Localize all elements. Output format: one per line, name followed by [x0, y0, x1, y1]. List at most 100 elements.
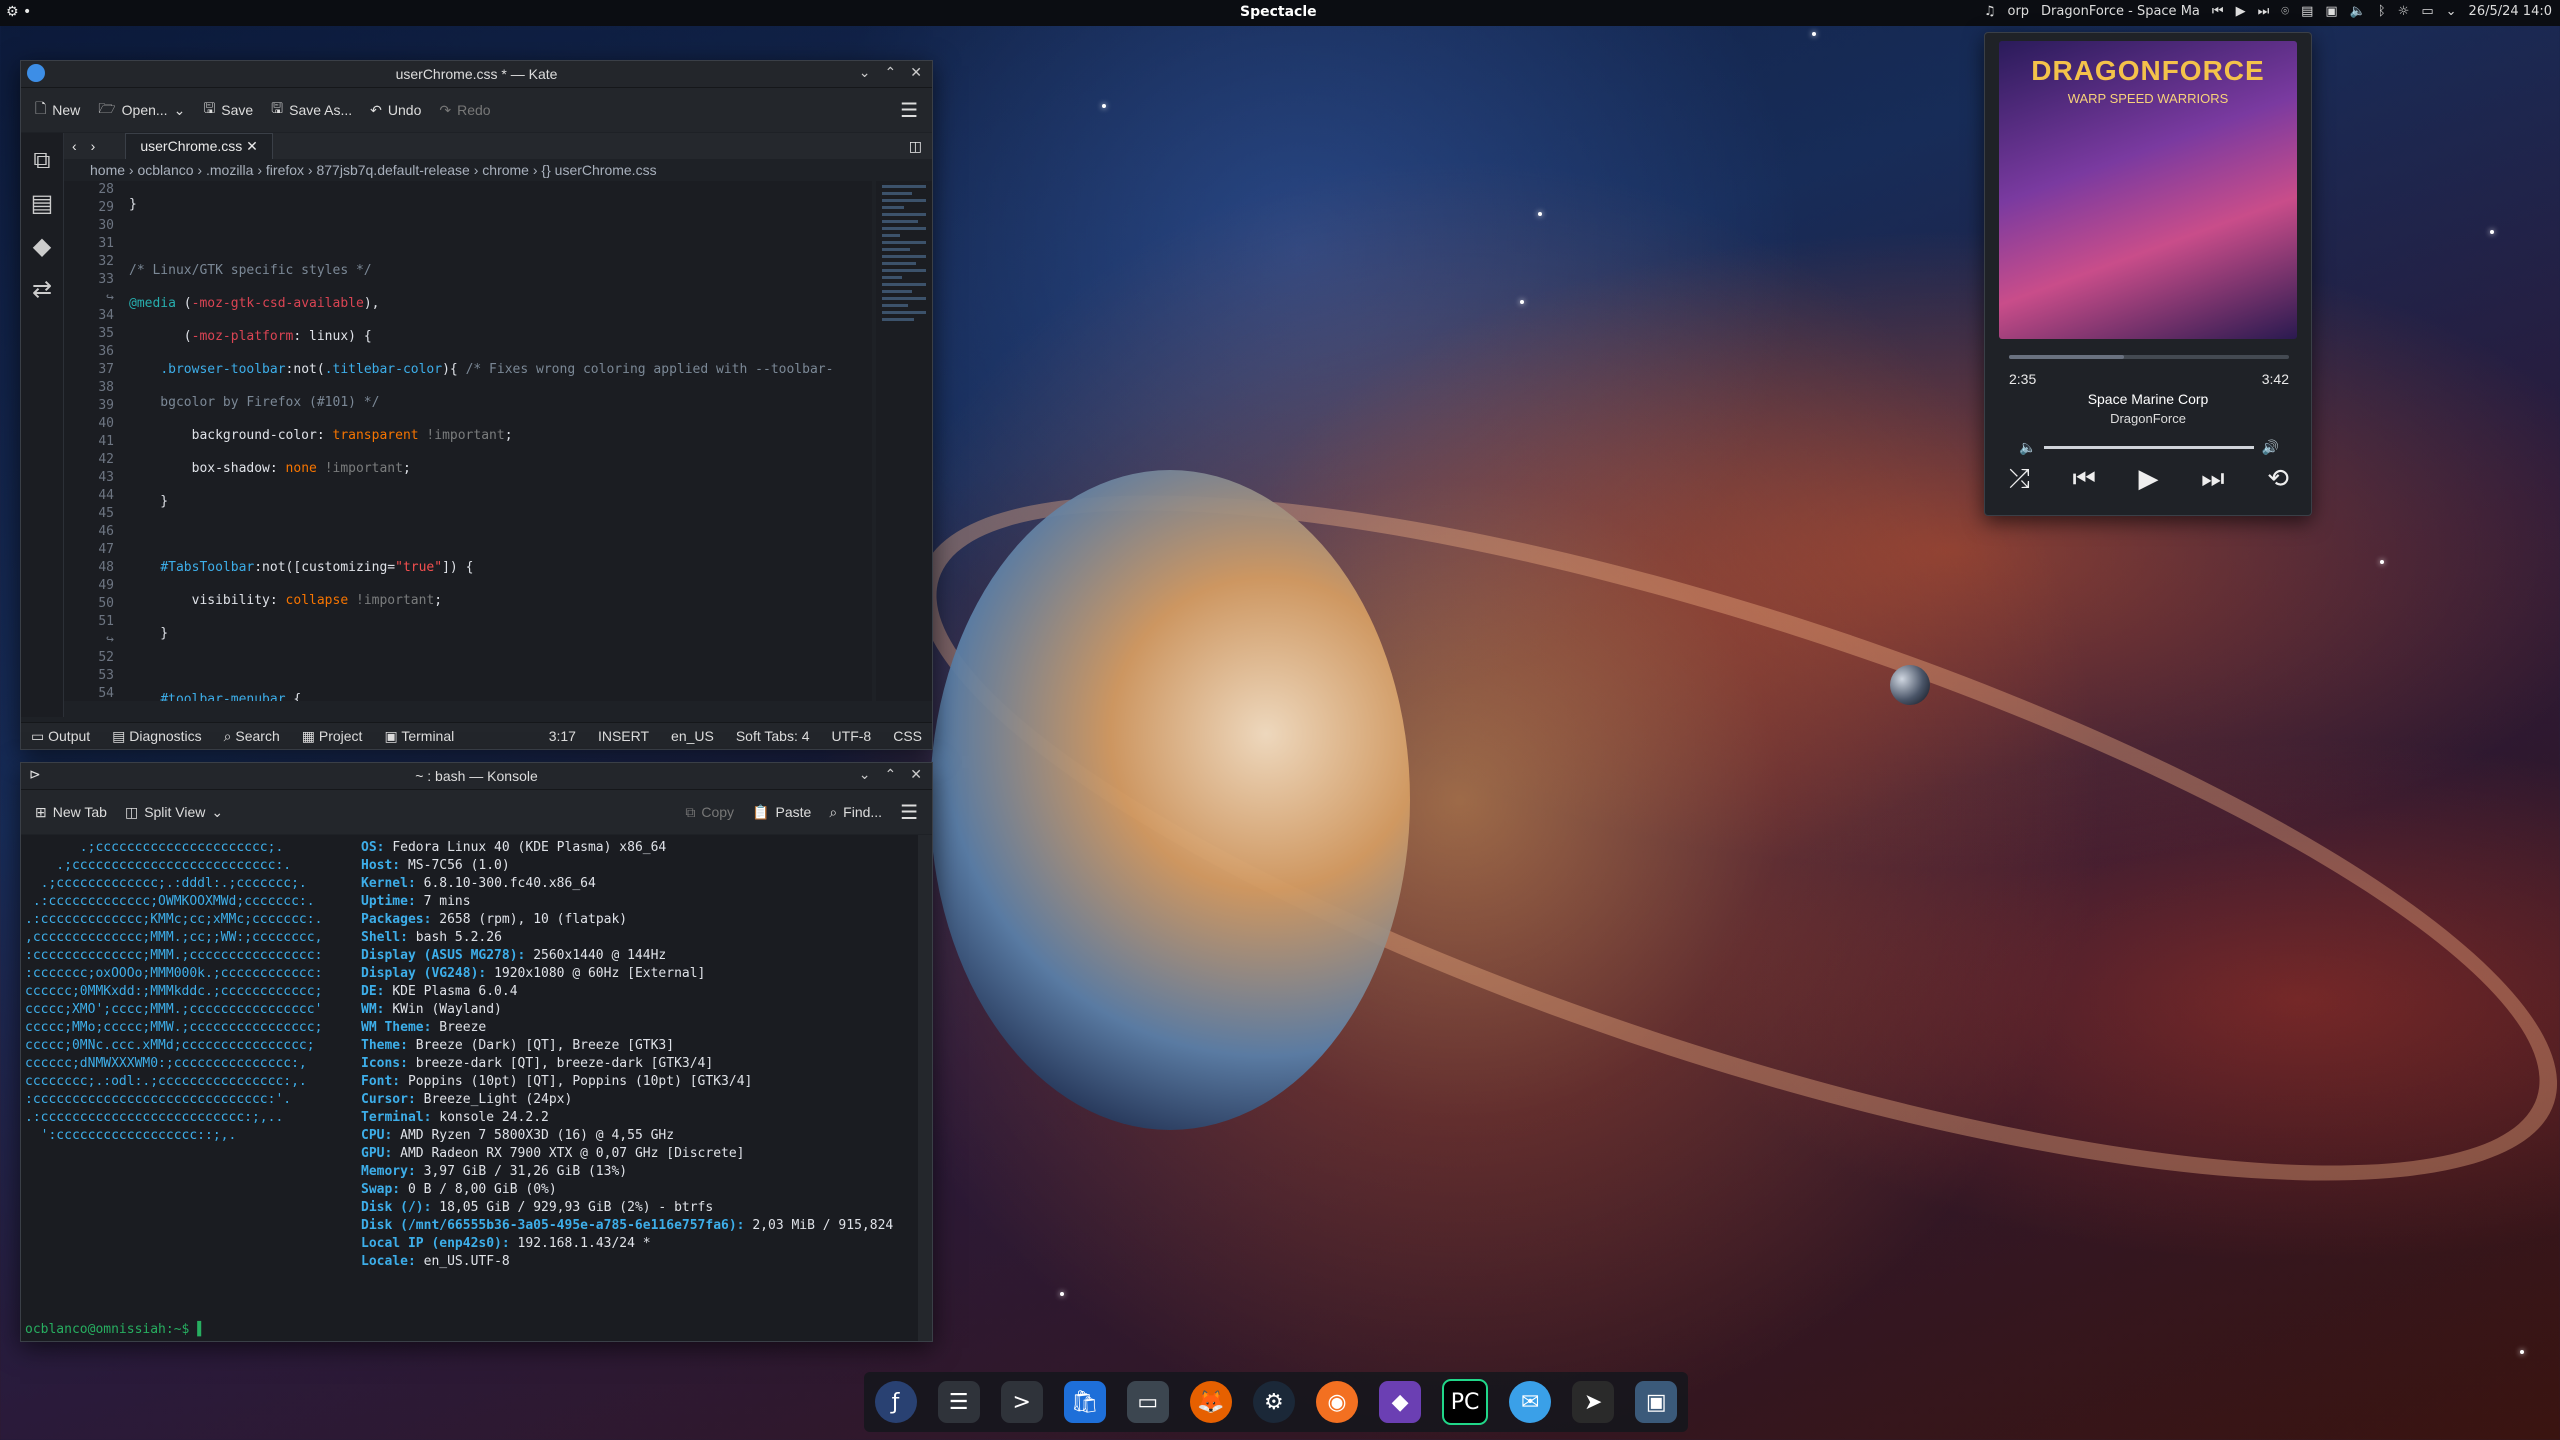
- hamburger-menu-icon[interactable]: ☰: [900, 98, 918, 123]
- album-logo: DRAGONFORCE: [2031, 55, 2265, 86]
- input-mode[interactable]: INSERT: [598, 728, 649, 744]
- forward-icon[interactable]: ›: [91, 138, 96, 154]
- git-icon[interactable]: ◆: [33, 232, 51, 261]
- seek-slider[interactable]: [2009, 355, 2289, 359]
- volume-low-icon[interactable]: 🔈: [2019, 439, 2036, 456]
- minimize-icon[interactable]: ⌄: [859, 64, 871, 81]
- fastfetch-value: bash 5.2.26: [415, 930, 502, 945]
- paste-button[interactable]: 📋 Paste: [752, 804, 811, 821]
- dictionary[interactable]: en_US: [671, 728, 714, 744]
- syntax-mode[interactable]: CSS: [893, 728, 922, 744]
- play-icon[interactable]: ▶: [2139, 463, 2159, 495]
- split-view-icon[interactable]: ◫: [909, 138, 922, 155]
- terminal-area[interactable]: .;cccccccccccccccccccccc;. .;ccccccccccc…: [21, 835, 918, 1341]
- close-icon[interactable]: ✕: [910, 766, 922, 783]
- close-icon[interactable]: ✕: [910, 64, 922, 81]
- save-as-button[interactable]: 🖫 Save As...: [271, 98, 352, 122]
- back-icon[interactable]: ‹: [72, 138, 77, 154]
- blender-icon[interactable]: ◉: [1315, 1381, 1358, 1423]
- line-number: 42: [98, 452, 114, 467]
- line-number: 31: [98, 236, 114, 251]
- new-button[interactable]: 🗋 New: [35, 98, 80, 122]
- save-button[interactable]: 🖫 Save: [203, 98, 253, 122]
- file-manager-icon[interactable]: ▭: [1126, 1381, 1169, 1423]
- minimap[interactable]: [876, 181, 932, 701]
- split-view-button[interactable]: ◫ Split View ⌄: [125, 804, 223, 821]
- tab-userchrome[interactable]: userChrome.css ✕: [125, 133, 273, 159]
- volume-high-icon[interactable]: 🔊: [2262, 439, 2279, 456]
- chevron-down-icon[interactable]: ⌄: [174, 102, 186, 119]
- maximize-icon[interactable]: ⌃: [885, 64, 897, 81]
- indentation[interactable]: Soft Tabs: 4: [736, 728, 810, 744]
- diagnostics-tab[interactable]: ▤ Diagnostics: [112, 728, 202, 745]
- volume-icon[interactable]: 🔈: [2350, 4, 2366, 19]
- code-content[interactable]: } /* Linux/GTK specific styles */ @media…: [129, 181, 872, 701]
- open-button[interactable]: 🗁 Open... ⌄: [98, 98, 185, 122]
- maximize-icon[interactable]: ⌃: [885, 766, 897, 783]
- network-icon[interactable]: ⌾: [2281, 4, 2289, 19]
- active-app-title[interactable]: Spectacle: [1240, 4, 1317, 20]
- redo-button[interactable]: ↷ Redo: [439, 102, 490, 119]
- display-icon[interactable]: ▣: [2325, 4, 2337, 19]
- hamburger-menu-icon[interactable]: ☰: [900, 800, 918, 825]
- code-editor[interactable]: 28 29 30 31 32 33 ↪ 34 35 36 37 38 39 40 41 42 43 44 45 46 4…: [64, 181, 872, 701]
- kate-titlebar[interactable]: userChrome.css * — Kate ⌄ ⌃ ✕: [21, 61, 932, 88]
- music-note-icon[interactable]: ♫: [1984, 4, 1996, 19]
- projects-icon[interactable]: ⇄: [32, 275, 52, 304]
- find-button[interactable]: ⌕ Find...: [829, 804, 882, 821]
- fastfetch-row: CPU: AMD Ryzen 7 5800X3D (16) @ 4,55 GHz: [361, 1127, 893, 1145]
- kate-app-icon: [27, 64, 45, 82]
- fastfetch-key: Disk (/):: [361, 1200, 440, 1215]
- chevron-down-icon[interactable]: ⌄: [2446, 4, 2457, 19]
- thunderbird-icon[interactable]: ✉: [1509, 1381, 1552, 1423]
- obsidian-icon[interactable]: ◆: [1379, 1381, 1422, 1423]
- project-tab[interactable]: ▦ Project: [302, 728, 363, 745]
- documents-icon[interactable]: ⧉: [33, 147, 50, 175]
- fastfetch-key: Kernel:: [361, 876, 424, 891]
- now-playing-prefix[interactable]: orp: [2007, 4, 2029, 19]
- system-settings-icon[interactable]: ☰: [937, 1381, 980, 1423]
- terminal-tab[interactable]: ▣ Terminal: [384, 728, 454, 745]
- previous-track-icon[interactable]: ⏮: [2072, 463, 2095, 495]
- fastfetch-key: Uptime:: [361, 894, 424, 909]
- output-tab[interactable]: ▭ Output: [31, 728, 90, 745]
- search-tab[interactable]: ⌕ Search: [224, 728, 280, 745]
- next-icon[interactable]: ⏭: [2258, 4, 2270, 19]
- now-playing-label[interactable]: DragonForce - Space Ma: [2041, 4, 2200, 19]
- pycharm-icon[interactable]: PC: [1442, 1379, 1489, 1425]
- next-track-icon[interactable]: ⏭: [2201, 463, 2224, 495]
- brightness-icon[interactable]: ☼: [2398, 4, 2410, 19]
- undo-button[interactable]: ↶ Undo: [370, 102, 421, 119]
- repeat-icon[interactable]: ⟲: [2267, 463, 2289, 495]
- new-tab-button[interactable]: ⊞ New Tab: [35, 804, 107, 821]
- minimize-icon[interactable]: ⌄: [859, 766, 871, 783]
- clipboard-icon[interactable]: ▤: [2301, 4, 2313, 19]
- screen-icon[interactable]: ▭: [2421, 4, 2433, 19]
- shell-prompt[interactable]: ocblanco@omnissiah:~$ ▌: [25, 1322, 205, 1337]
- bluetooth-icon[interactable]: ᛒ: [2378, 4, 2386, 19]
- filesystem-icon[interactable]: ▤: [31, 189, 54, 218]
- konsole-icon[interactable]: >: [1000, 1381, 1043, 1423]
- encoding[interactable]: UTF-8: [832, 728, 872, 744]
- terminal-scrollbar[interactable]: [918, 835, 932, 1341]
- previous-icon[interactable]: ⏮: [2212, 4, 2224, 19]
- play-icon[interactable]: ▶: [2236, 4, 2246, 19]
- copy-button[interactable]: ⧉ Copy: [685, 804, 734, 821]
- clock[interactable]: 26/5/24 14:0: [2469, 4, 2552, 19]
- discover-store-icon[interactable]: 🛍: [1063, 1381, 1106, 1423]
- firefox-icon[interactable]: 🦊: [1189, 1381, 1232, 1423]
- spectacle-icon[interactable]: ▣: [1635, 1381, 1678, 1423]
- menu-dot-icon[interactable]: ⚙ •: [6, 4, 31, 20]
- shuffle-icon[interactable]: ⤮: [2009, 463, 2030, 495]
- line-number: 41: [98, 434, 114, 449]
- konsole-titlebar[interactable]: ⊳ ~ : bash — Konsole ⌄ ⌃ ✕: [21, 763, 932, 790]
- sublime-icon[interactable]: ➤: [1572, 1381, 1615, 1423]
- close-tab-icon[interactable]: ✕: [246, 138, 258, 154]
- star: [1520, 300, 1524, 304]
- volume-slider[interactable]: 🔈 🔊: [2019, 439, 2279, 455]
- fedora-launcher-icon[interactable]: ƒ: [874, 1381, 917, 1423]
- steam-icon[interactable]: ⚙: [1252, 1381, 1295, 1423]
- fastfetch-value: 192.168.1.43/24 *: [517, 1236, 651, 1251]
- cursor-position[interactable]: 3:17: [549, 728, 576, 744]
- fastfetch-row: Icons: breeze-dark [QT], breeze-dark [GT…: [361, 1055, 893, 1073]
